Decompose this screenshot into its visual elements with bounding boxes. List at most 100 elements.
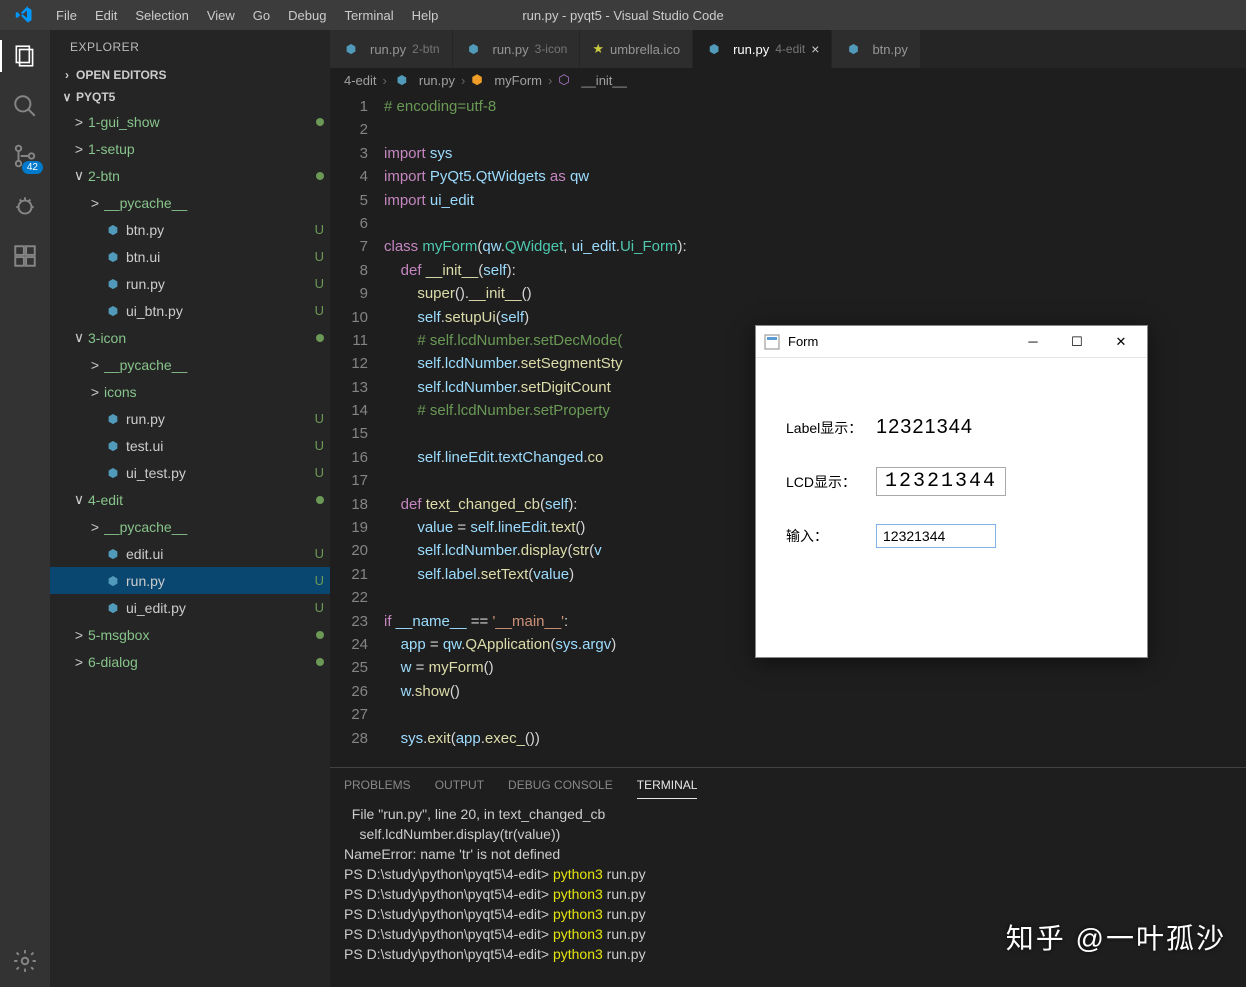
panel-tab-output[interactable]: OUTPUT (435, 772, 484, 798)
terminal-panel: PROBLEMS OUTPUT DEBUG CONSOLE TERMINAL File… (330, 767, 1246, 987)
git-status: U (315, 411, 324, 426)
py-file-icon: ⬢ (104, 304, 122, 318)
breadcrumb-item[interactable]: ⬢run.py (393, 73, 455, 88)
modified-dot-icon (316, 658, 324, 666)
tree-label: 1-gui_show (88, 114, 312, 130)
git-status: U (315, 276, 324, 291)
py-file-icon: ⬢ (104, 574, 122, 588)
form-window[interactable]: Form ─ ☐ ✕ Label显示： 12321344 LCD显示： 1232… (755, 325, 1148, 658)
folder-row[interactable]: ∨4-edit (50, 486, 330, 513)
git-status: U (315, 465, 324, 480)
debug-icon[interactable] (9, 190, 41, 222)
panel-tabs: PROBLEMS OUTPUT DEBUG CONSOLE TERMINAL (330, 768, 1246, 802)
sidebar-title: EXPLORER (50, 30, 330, 64)
search-icon[interactable] (9, 90, 41, 122)
input-label: 输入： (786, 526, 876, 546)
titlebar: FileEditSelectionViewGoDebugTerminalHelp… (0, 0, 1246, 30)
menu-file[interactable]: File (48, 4, 85, 27)
menu-selection[interactable]: Selection (127, 4, 196, 27)
tree-label: btn.py (126, 222, 311, 238)
file-row[interactable]: ⬢btn.uiU (50, 243, 330, 270)
file-row[interactable]: ⬢ui_test.pyU (50, 459, 330, 486)
file-row[interactable]: ⬢run.pyU (50, 270, 330, 297)
file-row[interactable]: ⬢ui_edit.pyU (50, 594, 330, 621)
tree-label: test.ui (126, 438, 311, 454)
folder-row[interactable]: >5-msgbox (50, 621, 330, 648)
terminal-output[interactable]: File "run.py", line 20, in text_changed_… (330, 802, 1246, 987)
folder-row[interactable]: >1-setup (50, 135, 330, 162)
py-file-icon: ⬢ (104, 223, 122, 237)
tree-label: __pycache__ (104, 519, 324, 535)
modified-dot-icon (316, 334, 324, 342)
tree-label: __pycache__ (104, 195, 324, 211)
input-field[interactable]: 12321344 (876, 524, 996, 548)
extensions-icon[interactable] (9, 240, 41, 272)
menu-edit[interactable]: Edit (87, 4, 125, 27)
folder-row[interactable]: ∨2-btn (50, 162, 330, 189)
folder-row[interactable]: >__pycache__ (50, 189, 330, 216)
py-file-icon: ⬢ (104, 412, 122, 426)
window-title: run.py - pyqt5 - Visual Studio Code (522, 8, 723, 23)
menu-terminal[interactable]: Terminal (336, 4, 401, 27)
git-status: U (315, 249, 324, 264)
form-titlebar[interactable]: Form ─ ☐ ✕ (756, 326, 1147, 358)
panel-tab-terminal[interactable]: TERMINAL (637, 772, 698, 799)
close-button[interactable]: ✕ (1099, 328, 1143, 356)
file-row[interactable]: ⬢btn.pyU (50, 216, 330, 243)
activity-bar: 42 (0, 30, 50, 987)
tab-bar: ⬢run.py2-btn⬢run.py3-icon★umbrella.ico⬢r… (330, 30, 1246, 68)
file-row[interactable]: ⬢ run.py U (50, 405, 330, 432)
file-row[interactable]: ⬢ui_btn.pyU (50, 297, 330, 324)
modified-dot-icon (316, 172, 324, 180)
editor-tab[interactable]: ⬢run.py3-icon (453, 30, 581, 68)
tree-label: 1-setup (88, 141, 324, 157)
tree-label: icons (104, 384, 324, 400)
source-control-icon[interactable]: 42 (9, 140, 41, 172)
folder-row[interactable]: >icons (50, 378, 330, 405)
breadcrumb-item[interactable]: ⬢ myForm (471, 72, 542, 88)
explorer-icon[interactable] (9, 40, 41, 72)
project-section[interactable]: ∨PYQT5 (50, 86, 330, 108)
tree-label: run.py (126, 411, 311, 427)
file-row[interactable]: ⬢run.pyU (50, 567, 330, 594)
file-row[interactable]: ⬢test.uiU (50, 432, 330, 459)
open-editors-section[interactable]: ›OPEN EDITORS (50, 64, 330, 86)
file-row[interactable]: ⬢edit.uiU (50, 540, 330, 567)
editor-tab[interactable]: ⬢run.py4-edit× (693, 30, 832, 68)
breadcrumb[interactable]: 4-edit› ⬢run.py› ⬢ myForm› ⬡ __init__ (330, 68, 1246, 92)
settings-gear-icon[interactable] (9, 945, 41, 977)
menu-debug[interactable]: Debug (280, 4, 334, 27)
ui-file-icon: ⬢ (104, 250, 122, 264)
breadcrumb-item[interactable]: ⬡ __init__ (558, 72, 627, 88)
tree-label: run.py (126, 276, 311, 292)
menu-go[interactable]: Go (245, 4, 278, 27)
breadcrumb-item[interactable]: 4-edit (344, 73, 377, 88)
maximize-button[interactable]: ☐ (1055, 328, 1099, 356)
modified-dot-icon (316, 118, 324, 126)
folder-row[interactable]: >__pycache__ (50, 513, 330, 540)
form-title: Form (788, 334, 1011, 349)
editor-tab[interactable]: ★umbrella.ico (580, 30, 693, 68)
git-status: U (315, 573, 324, 588)
menu-help[interactable]: Help (404, 4, 447, 27)
panel-tab-debug-console[interactable]: DEBUG CONSOLE (508, 772, 613, 798)
py-file-icon: ⬢ (104, 601, 122, 615)
folder-row[interactable]: ∨3-icon (50, 324, 330, 351)
folder-row[interactable]: >1-gui_show (50, 108, 330, 135)
git-status: U (315, 438, 324, 453)
line-numbers: 1234567891011121314151617181920212223242… (330, 92, 384, 767)
panel-tab-problems[interactable]: PROBLEMS (344, 772, 411, 798)
close-icon[interactable]: × (811, 41, 819, 57)
editor-tab[interactable]: ⬢run.py2-btn (330, 30, 453, 68)
editor-tab[interactable]: ⬢btn.py (832, 30, 920, 68)
tree-label: 4-edit (88, 492, 312, 508)
menu-view[interactable]: View (199, 4, 243, 27)
scm-badge: 42 (22, 161, 43, 174)
git-status: U (315, 303, 324, 318)
tree-label: __pycache__ (104, 357, 324, 373)
minimize-button[interactable]: ─ (1011, 328, 1055, 356)
py-file-icon: ⬢ (104, 466, 122, 480)
git-status: U (315, 600, 324, 615)
folder-row[interactable]: >6-dialog (50, 648, 330, 675)
folder-row[interactable]: >__pycache__ (50, 351, 330, 378)
